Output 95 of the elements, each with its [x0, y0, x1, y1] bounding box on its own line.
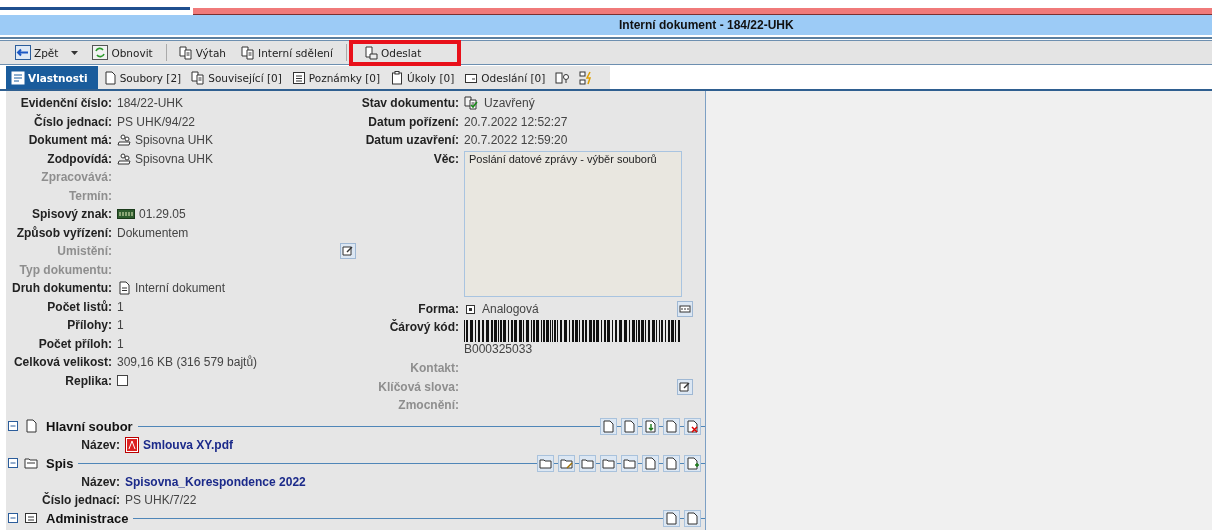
field-value: Spisovna UHK	[135, 150, 214, 168]
document-check-icon	[464, 96, 480, 111]
document-send-icon	[363, 45, 378, 60]
toolbar-button[interactable]: Výtah	[174, 40, 234, 65]
refresh-icon	[92, 45, 109, 60]
folder-edit-icon[interactable]	[558, 454, 575, 472]
folder-icon[interactable]	[537, 454, 554, 472]
field-label: Číslo jednací:	[40, 492, 120, 507]
section-title: Hlavní soubor	[46, 418, 133, 434]
field-value: 1	[117, 317, 124, 335]
field-value: Analogová	[482, 300, 539, 318]
pdf-icon	[125, 436, 139, 453]
field-label: Zodpovídá:	[46, 150, 112, 168]
field-value: 1	[117, 335, 124, 353]
field-label: Počet listů:	[46, 298, 112, 316]
clipboard-icon	[390, 70, 405, 85]
section-title: Administrace	[46, 510, 129, 526]
field-label: Druh dokumentu:	[11, 280, 112, 297]
field-label: Kontakt:	[409, 360, 459, 377]
document-download-icon[interactable]	[642, 417, 659, 435]
link[interactable]: Smlouva XY.pdf	[143, 437, 234, 452]
link[interactable]: Spisovna_Korespondence 2022	[125, 474, 306, 489]
field-label: Číslo jednací:	[32, 113, 112, 131]
document-icon	[24, 419, 38, 433]
toolbar-button[interactable]: Odeslat	[348, 39, 462, 66]
field-label: Dokument má:	[27, 132, 112, 149]
field-label: Termín:	[67, 187, 112, 205]
field-label: Název:	[80, 474, 120, 489]
field-label: Celková velikost:	[12, 354, 112, 371]
field-value: Spisovna UHK	[135, 132, 214, 150]
window-title: Interní dokument - 184/22-UHK	[619, 18, 794, 32]
folder-icon[interactable]	[621, 454, 638, 472]
field-value: 184/22-UHK	[117, 95, 184, 113]
back-icon	[15, 45, 31, 60]
field-label: Umistění:	[56, 243, 112, 260]
lightning-icon[interactable]	[579, 70, 594, 85]
text-area[interactable]: Poslání datové zprávy - výběr souborů	[464, 150, 682, 297]
field-value: PS UHK/94/22	[117, 113, 196, 131]
admin-icon	[24, 511, 38, 525]
code-badge-icon	[117, 207, 135, 222]
field-value: 309,16 KB (316 579 bajtů)	[117, 354, 258, 372]
field-label: Stav dokumentu:	[360, 95, 459, 112]
user-group-icon	[117, 133, 131, 148]
document-delete-icon[interactable]	[684, 417, 701, 435]
field-value: 20.7.2022 12:52:27	[464, 113, 568, 131]
toolbar-button[interactable]: Zpět	[11, 40, 66, 65]
field-label: Přílohy:	[66, 317, 112, 334]
section-title: Spis	[46, 455, 74, 471]
field-label: Typ dokumentu:	[18, 261, 112, 279]
field-value: 20.7.2022 12:59:20	[464, 132, 568, 150]
tab[interactable]: Soubory [2]	[97, 66, 187, 89]
lightbulb-icon[interactable]	[555, 70, 570, 85]
field-label: Replika:	[64, 372, 112, 390]
field-label: Počet příloh:	[37, 335, 112, 353]
field-label: Čárový kód:	[388, 318, 459, 336]
field-label: Datum pořízení:	[367, 113, 459, 131]
tab[interactable]: Poznámky [0]	[286, 66, 386, 89]
field-label: Zpracovává:	[40, 169, 112, 186]
notes-icon	[291, 70, 306, 85]
switch-icon[interactable]	[677, 300, 693, 317]
field-label: Forma:	[417, 300, 459, 318]
field-value: 1	[117, 298, 124, 316]
field-label: Název:	[80, 437, 120, 452]
toolbar-button[interactable]: Obnovit	[88, 40, 160, 65]
tab[interactable]: Úkoly [0]	[385, 66, 460, 89]
field-value: Uzavřený	[484, 95, 535, 113]
collapse-icon[interactable]	[8, 513, 18, 523]
documents-add-icon[interactable]	[684, 454, 701, 472]
field-label: Evidenční číslo:	[19, 95, 112, 112]
caret-icon[interactable]	[71, 50, 79, 55]
collapse-icon[interactable]	[8, 458, 18, 468]
barcode-number: B000325033	[464, 342, 534, 356]
folder-icon	[24, 456, 38, 470]
document-icon	[102, 70, 117, 85]
field-label: Věc:	[432, 150, 459, 168]
checkbox[interactable]	[117, 375, 128, 387]
field-label: Způsob vyřízení:	[15, 224, 112, 242]
edit-icon[interactable]	[340, 243, 356, 260]
tab[interactable]: Vlastnosti	[6, 66, 98, 89]
field-value: PS UHK/7/22	[125, 492, 197, 507]
toolbar-button[interactable]: Interní sdělení	[237, 40, 340, 65]
user-group-icon	[117, 151, 131, 166]
field-value: Dokumentem	[117, 224, 189, 242]
field-label: Datum uzavření:	[364, 132, 459, 149]
field-value: 01.29.05	[139, 206, 186, 224]
new-document-icon[interactable]	[600, 417, 617, 435]
collapse-icon[interactable]	[8, 421, 18, 431]
field-label: Klíčová slova:	[377, 378, 459, 396]
field-value: Interní dokument	[135, 280, 226, 298]
document-icon	[117, 281, 131, 296]
properties-icon	[11, 70, 25, 85]
field-label: Spisový znak:	[30, 206, 112, 223]
tab[interactable]: Odeslání [0]	[459, 66, 551, 89]
field-label: Zmocnění:	[397, 397, 459, 414]
tab[interactable]: Související [0]	[186, 66, 287, 89]
